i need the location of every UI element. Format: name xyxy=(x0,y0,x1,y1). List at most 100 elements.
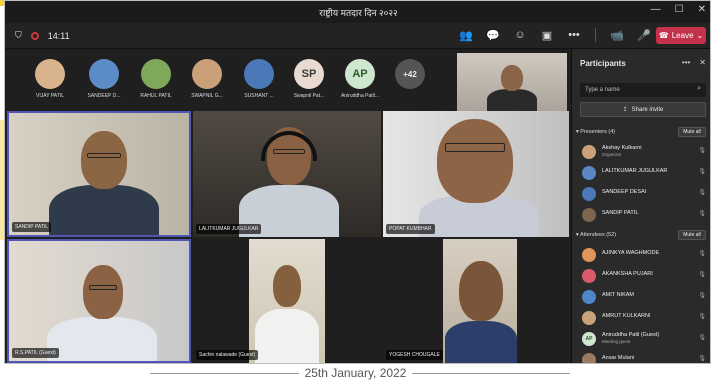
avatar xyxy=(582,145,596,159)
avatar-name: Aniruddha Patil... xyxy=(340,93,380,99)
avatar xyxy=(582,248,596,262)
participant-row[interactable]: Ansar Mulani 🎙 xyxy=(580,351,708,363)
participant-name: AMIT NIKAM xyxy=(602,292,634,298)
avatar-initials: AP xyxy=(345,59,375,89)
avatar-vijay-patil[interactable]: VIJAY PATIL xyxy=(23,59,77,99)
attendees-header[interactable]: ▾ Attendees (52) xyxy=(576,232,616,238)
avatar-name: SUSHANT ... xyxy=(244,93,274,99)
mic-muted-icon: 🎙 xyxy=(698,190,706,196)
avatar-name: Swapnil Pat... xyxy=(293,93,325,99)
maximize-button[interactable]: ☐ xyxy=(675,4,684,15)
search-input[interactable]: Type a name ⌕ xyxy=(580,83,706,97)
avatar xyxy=(582,290,596,304)
close-panel-icon[interactable]: ✕ xyxy=(699,58,706,67)
avatar-sandeep[interactable]: SANDEEP D... xyxy=(77,59,131,99)
people-icon[interactable]: 👥 xyxy=(458,29,474,42)
avatar-rahul-patil[interactable]: RAHUL PATIL xyxy=(129,59,183,99)
shield-icon: ⛉ xyxy=(15,30,22,40)
mic-muted-icon: 🎙 xyxy=(698,272,706,278)
chevron-down-icon[interactable]: ⌄ xyxy=(697,31,704,40)
mic-muted-icon: 🎙 xyxy=(698,293,706,299)
avatar xyxy=(35,59,65,89)
participant-row[interactable]: Akshay Kulkarni Organizer 🎙 xyxy=(580,143,708,161)
video-stage: VIJAY PATIL SANDEEP D... RAHUL PATIL SWA… xyxy=(5,49,571,363)
mic-icon[interactable]: 🎤 xyxy=(636,29,652,42)
avatar xyxy=(582,166,596,180)
mic-muted-icon: 🎙 xyxy=(698,211,706,217)
participant-row[interactable]: SANDIP PATIL 🎙 xyxy=(580,206,708,224)
avatar-initials: AP xyxy=(582,332,596,346)
avatar xyxy=(582,208,596,222)
video-tile-rs-patil[interactable]: R.S.PATIL (Guest) xyxy=(7,239,191,363)
participant-row[interactable]: SANDEEP DESAI 🎙 xyxy=(580,185,708,203)
mic-muted-icon: 🎙 xyxy=(698,356,706,362)
meeting-timer: 14:11 xyxy=(47,30,70,41)
avatar xyxy=(582,353,596,363)
participant-row[interactable]: LALITKUMAR JUGULKAR 🎙 xyxy=(580,164,708,182)
minimize-button[interactable]: — xyxy=(651,4,661,15)
attendees-header-label: Attendees (52) xyxy=(580,232,617,238)
video-tile-yogesh-chougale[interactable]: YOGESH CHOUGALE xyxy=(383,239,569,363)
participant-row[interactable]: AMRUT KULKARNI 🎙 xyxy=(580,309,708,327)
participants-panel: Participants ••• ✕ Type a name ⌕ ⇪ Share… xyxy=(571,49,710,363)
more-icon[interactable]: ••• xyxy=(566,29,582,41)
mic-icon: 🎙 xyxy=(698,335,706,341)
avatar xyxy=(141,59,171,89)
mic-muted-icon: 🎙 xyxy=(698,251,706,257)
avatar xyxy=(192,59,222,89)
more-participants-button[interactable]: +42 xyxy=(383,59,437,93)
leave-label: Leave xyxy=(671,31,694,40)
participant-name: Ansar Mulani xyxy=(602,355,635,361)
search-icon: ⌕ xyxy=(697,85,701,92)
video-tile-lalitkumar[interactable]: LALITKUMAR JUGULKAR xyxy=(193,111,381,237)
presenters-header[interactable]: ▾ Presenters (4) xyxy=(576,129,615,135)
tile-label: YOGESH CHOUGALE xyxy=(386,350,443,360)
share-invite-button[interactable]: ⇪ Share invite xyxy=(580,102,706,117)
date-caption: 25th January, 2022 xyxy=(0,366,711,380)
avatar-swapnil-pat[interactable]: SP Swapnil Pat... xyxy=(282,59,336,99)
avatar-name: SANDEEP D... xyxy=(87,93,121,99)
leave-button[interactable]: ☎ Leave ⌄ xyxy=(656,27,706,44)
mute-all-attendees-button[interactable]: Mute all xyxy=(678,230,706,240)
tile-label: POPAT KUMBHAR xyxy=(386,224,435,234)
participant-role: Meeting guest xyxy=(602,339,631,344)
avatar-name: RAHUL PATIL xyxy=(140,93,172,99)
participant-name: AKANKSHA PUJARI xyxy=(602,271,653,277)
participant-row[interactable]: AKANKSHA PUJARI 🎙 xyxy=(580,267,708,285)
reactions-icon[interactable]: ☺ xyxy=(512,29,528,41)
date-text: 25th January, 2022 xyxy=(298,366,413,380)
participant-row[interactable]: AJINKYA WAGHMODE 🎙 xyxy=(580,246,708,264)
participant-row[interactable]: AMIT NIKAM 🎙 xyxy=(580,288,708,306)
camera-icon[interactable]: 📹 xyxy=(609,29,625,42)
tile-label: Sachin nalawade (Guest) xyxy=(196,350,259,360)
participant-row[interactable]: AP Aniruddha Patil (Guest) Meeting guest… xyxy=(580,330,708,348)
mute-all-presenters-button[interactable]: Mute all xyxy=(678,127,706,137)
tile-label: SANDIP PATIL xyxy=(12,222,52,232)
self-view-tile[interactable] xyxy=(457,53,567,111)
video-tile-sandip-patil[interactable]: SANDIP PATIL xyxy=(7,111,191,237)
participant-role: Organizer xyxy=(602,152,622,157)
close-button[interactable]: ✕ xyxy=(698,4,706,15)
avatar xyxy=(582,269,596,283)
avatar-aniruddha[interactable]: AP Aniruddha Patil... xyxy=(333,59,387,99)
chat-icon[interactable]: 💬 xyxy=(485,29,501,42)
tile-label: R.S.PATIL (Guest) xyxy=(12,348,59,358)
panel-title: Participants xyxy=(580,59,626,68)
presenters-header-label: Presenters (4) xyxy=(580,129,616,135)
phone-icon: ☎ xyxy=(658,31,669,40)
meeting-toolbar: ⛉ 14:11 👥 💬 ☺ ▣ ••• 📹 🎤 ⬆ ☎ Leave ⌄ xyxy=(5,23,710,49)
more-options-icon[interactable]: ••• xyxy=(682,58,690,67)
participant-name: SANDEEP DESAI xyxy=(602,189,647,195)
mic-icon: 🎙 xyxy=(698,169,706,175)
title-bar: राष्ट्रीय मतदार दिन २०२२ — ☐ ✕ xyxy=(5,1,710,23)
video-tile-popat-kumbhar[interactable]: POPAT KUMBHAR xyxy=(383,111,569,237)
avatar-sushant[interactable]: SUSHANT ... xyxy=(232,59,286,99)
video-tile-sachin-nalawade[interactable]: Sachin nalawade (Guest) xyxy=(193,239,381,363)
participant-name: AMRUT KULKARNI xyxy=(602,313,651,319)
avatar-swapnil-g[interactable]: SWAPNIL G... xyxy=(180,59,234,99)
search-placeholder: Type a name xyxy=(585,87,620,93)
avatar xyxy=(89,59,119,89)
rooms-icon[interactable]: ▣ xyxy=(539,29,555,42)
avatar xyxy=(582,187,596,201)
window-title: राष्ट्रीय मतदार दिन २०२२ xyxy=(319,8,398,18)
